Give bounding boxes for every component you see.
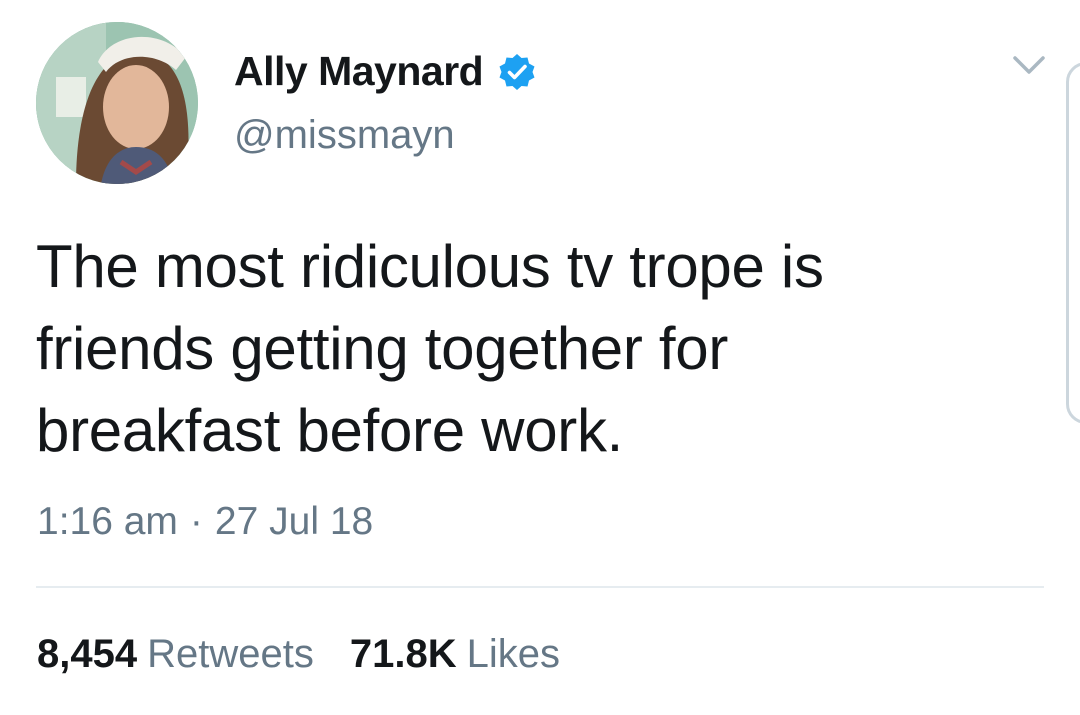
avatar[interactable]	[36, 22, 198, 184]
tweet-stats: 8,454 Retweets 71.8K Likes	[37, 632, 596, 677]
tweet-date: 27 Jul 18	[214, 500, 374, 543]
divider	[36, 586, 1044, 588]
retweets-label: Retweets	[147, 632, 314, 676]
avatar-image	[36, 22, 198, 184]
verified-badge-icon	[499, 53, 535, 90]
scrollbar[interactable]	[1066, 62, 1080, 424]
meta-separator: ·	[189, 500, 203, 543]
user-handle[interactable]: @missmayn	[234, 113, 455, 158]
retweets-stat[interactable]: 8,454 Retweets	[37, 632, 314, 677]
likes-stat[interactable]: 71.8K Likes	[350, 632, 560, 677]
display-name[interactable]: Ally Maynard	[234, 48, 484, 95]
tweet-text: The most ridiculous tv trope is friends …	[36, 233, 824, 464]
tweet-time: 1:16 am	[37, 500, 178, 543]
retweets-count: 8,454	[37, 632, 138, 676]
tweet-timestamp[interactable]: 1:16 am · 27 Jul 18	[37, 500, 373, 544]
likes-label: Likes	[466, 632, 560, 676]
chevron-down-icon[interactable]	[1012, 54, 1046, 78]
author-name-row[interactable]: Ally Maynard	[234, 48, 537, 95]
likes-count: 71.8K	[349, 632, 457, 676]
